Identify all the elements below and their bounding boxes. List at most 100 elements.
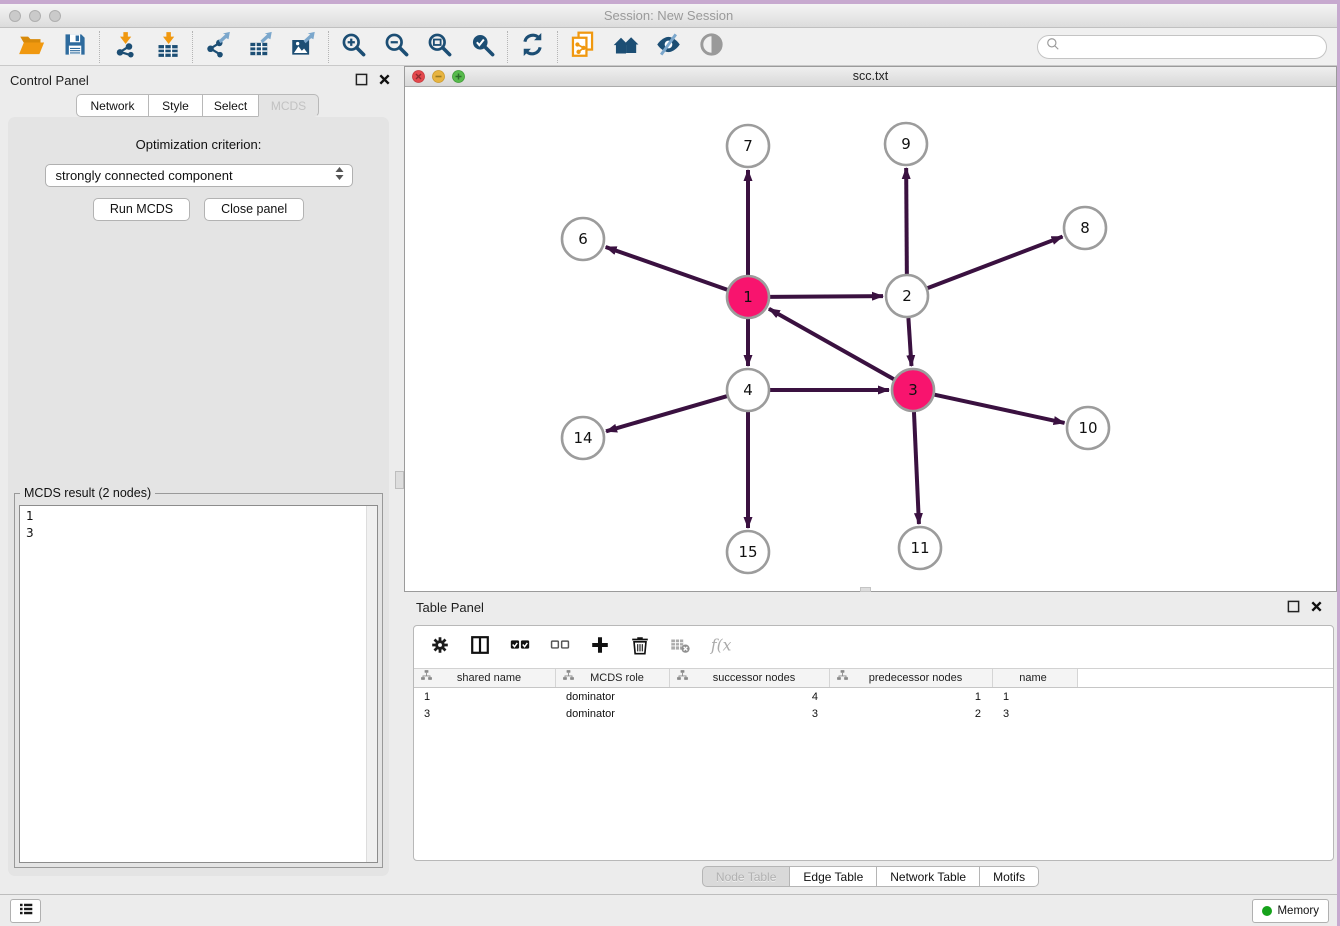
column-header-predecessor-nodes[interactable]: predecessor nodes <box>830 669 993 687</box>
svg-text:11: 11 <box>910 539 929 557</box>
import-network-button[interactable] <box>103 29 146 65</box>
vertical-splitter-handle[interactable] <box>395 471 404 489</box>
toolbar-separator <box>328 31 329 63</box>
network-graph[interactable]: 7 9 6 8 1 2 4 3 14 10 15 11 <box>405 87 1336 591</box>
minimize-window-button[interactable] <box>29 10 41 22</box>
edge-4-14[interactable] <box>606 396 727 431</box>
home-view-button[interactable] <box>604 29 647 65</box>
zoom-in-button[interactable] <box>332 29 375 65</box>
search-field[interactable] <box>1037 35 1327 59</box>
close-window-button[interactable] <box>9 10 21 22</box>
mcds-result-scrollbar[interactable] <box>366 506 377 862</box>
edge-3-1[interactable] <box>769 309 894 379</box>
node-7[interactable]: 7 <box>727 125 769 167</box>
network-view-window: scc.txt 7 9 6 8 1 2 4 3 14 10 15 11 <box>404 66 1337 592</box>
svg-text:2: 2 <box>902 287 912 305</box>
export-image-button[interactable] <box>282 29 325 65</box>
column-header-MCDS-role[interactable]: MCDS role <box>556 669 670 687</box>
select-all-button[interactable] <box>508 635 532 659</box>
delete-row-button[interactable] <box>628 635 652 659</box>
svg-text:6: 6 <box>578 230 588 248</box>
zoom-fit-icon <box>426 31 453 63</box>
export-table-button[interactable] <box>239 29 282 65</box>
table-row[interactable]: 1dominator411 <box>414 688 1333 705</box>
edge-2-9[interactable] <box>906 168 907 274</box>
column-header-shared-name[interactable]: shared name <box>414 669 556 687</box>
float-panel-icon[interactable] <box>355 73 368 91</box>
tab-select[interactable]: Select <box>202 94 259 117</box>
tab-node-table[interactable]: Node Table <box>702 866 791 887</box>
node-10[interactable]: 10 <box>1067 407 1109 449</box>
network-canvas[interactable]: 7 9 6 8 1 2 4 3 14 10 15 11 <box>405 87 1336 591</box>
network-window-controls <box>412 70 465 88</box>
close-table-panel-icon[interactable] <box>1310 600 1323 618</box>
edge-3-10[interactable] <box>934 395 1064 423</box>
edge-2-8[interactable] <box>928 237 1063 289</box>
memory-label: Memory <box>1277 905 1319 917</box>
node-14[interactable]: 14 <box>562 417 604 459</box>
tab-mcds[interactable]: MCDS <box>258 94 319 117</box>
node-9[interactable]: 9 <box>885 123 927 165</box>
deselect-all-button[interactable] <box>548 635 572 659</box>
export-network-button[interactable] <box>196 29 239 65</box>
mcds-result-text: 1 3 <box>20 506 377 544</box>
clone-network-button[interactable] <box>561 29 604 65</box>
maximize-window-button[interactable] <box>49 10 61 22</box>
node-1[interactable]: 1 <box>727 276 769 318</box>
network-zoom-button[interactable] <box>452 70 465 88</box>
node-3[interactable]: 3 <box>892 369 934 411</box>
zoom-selected-button[interactable] <box>461 29 504 65</box>
network-close-button[interactable] <box>412 70 425 88</box>
table-row[interactable]: 3dominator323 <box>414 705 1333 722</box>
node-4[interactable]: 4 <box>727 369 769 411</box>
column-sort-icon <box>676 669 689 687</box>
import-table-button[interactable] <box>146 29 189 65</box>
add-row-button[interactable] <box>588 635 612 659</box>
svg-text:4: 4 <box>743 381 753 399</box>
float-table-panel-icon[interactable] <box>1287 600 1300 618</box>
hide-graphics-button[interactable] <box>647 29 690 65</box>
import-table-icon <box>154 31 181 63</box>
gear-button[interactable] <box>428 635 452 659</box>
window-controls <box>9 10 61 22</box>
memory-button[interactable]: Memory <box>1252 899 1329 923</box>
criterion-select[interactable]: strongly connected component <box>45 164 353 187</box>
gear-icon <box>429 634 451 661</box>
main-titlebar[interactable]: Session: New Session <box>0 4 1337 28</box>
tab-style[interactable]: Style <box>148 94 203 117</box>
save-session-button[interactable] <box>53 29 96 65</box>
open-session-button[interactable] <box>10 29 53 65</box>
tab-motifs[interactable]: Motifs <box>979 866 1039 887</box>
horizontal-splitter-handle[interactable] <box>860 587 871 592</box>
show-graphics-button[interactable] <box>690 29 733 65</box>
tab-network[interactable]: Network <box>76 94 149 117</box>
zoom-fit-button[interactable] <box>418 29 461 65</box>
edge-1-2[interactable] <box>770 296 883 297</box>
node-15[interactable]: 15 <box>727 531 769 573</box>
column-sort-icon <box>562 669 575 687</box>
close-panel-icon[interactable] <box>378 73 391 91</box>
tab-network-table[interactable]: Network Table <box>876 866 980 887</box>
run-mcds-button[interactable]: Run MCDS <box>93 198 190 221</box>
tab-edge-table[interactable]: Edge Table <box>789 866 877 887</box>
edge-2-3[interactable] <box>908 318 911 366</box>
refresh-button[interactable] <box>511 29 554 65</box>
edge-1-6[interactable] <box>606 247 728 290</box>
control-panel-title: Control Panel <box>10 73 89 88</box>
delete-column-button <box>668 635 692 659</box>
edge-3-11[interactable] <box>914 412 919 524</box>
search-input[interactable] <box>1060 37 1318 57</box>
close-panel-button[interactable]: Close panel <box>204 198 304 221</box>
node-6[interactable]: 6 <box>562 218 604 260</box>
network-minimize-button[interactable] <box>432 70 445 88</box>
node-2[interactable]: 2 <box>886 275 928 317</box>
node-8[interactable]: 8 <box>1064 207 1106 249</box>
task-history-button[interactable] <box>10 899 41 923</box>
split-columns-button[interactable] <box>468 635 492 659</box>
network-window-titlebar[interactable]: scc.txt <box>405 67 1336 87</box>
column-header-name[interactable]: name <box>993 669 1078 687</box>
mcds-result-area[interactable]: 1 3 <box>19 505 378 863</box>
column-header-successor-nodes[interactable]: successor nodes <box>670 669 830 687</box>
zoom-out-button[interactable] <box>375 29 418 65</box>
node-11[interactable]: 11 <box>899 527 941 569</box>
